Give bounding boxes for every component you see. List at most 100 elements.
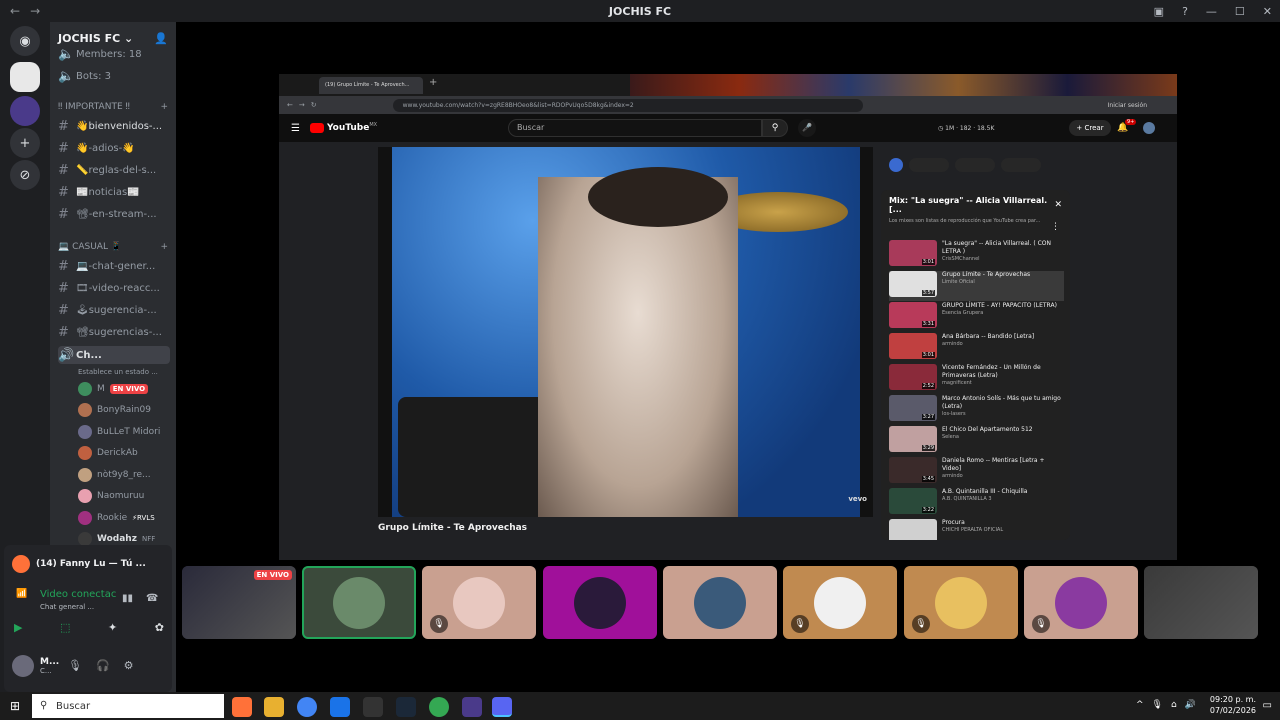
category-casual[interactable]: 💻 CASUAL 📱 + — [58, 242, 168, 252]
new-tab-icon[interactable]: + — [429, 77, 437, 88]
settings-icon[interactable]: ⚙ — [124, 659, 134, 672]
app-icon[interactable] — [462, 697, 482, 717]
participant-tile[interactable]: EN VIVO — [182, 566, 296, 639]
back-arrow-icon[interactable]: ← — [10, 4, 20, 18]
channel-item[interactable]: # 📰noticias📰 — [58, 182, 170, 202]
chip[interactable] — [955, 158, 995, 172]
microphone-icon[interactable]: 🎙 — [68, 659, 82, 672]
chip[interactable] — [1001, 158, 1041, 172]
youtube-search-input[interactable]: Buscar — [508, 119, 762, 137]
channel-item[interactable]: # 💻-chat-gener... — [58, 256, 170, 276]
participant-tile[interactable] — [1144, 566, 1258, 639]
voice-user[interactable]: DerickAb — [78, 443, 168, 463]
inbox-icon[interactable]: ▣ — [1154, 5, 1164, 18]
signin-link[interactable]: Iniciar sesión — [1108, 102, 1147, 109]
file-explorer-icon[interactable] — [264, 697, 284, 717]
explore-icon[interactable]: ⊘ — [10, 160, 40, 190]
server-icon[interactable] — [10, 62, 40, 92]
help-icon[interactable]: ? — [1182, 5, 1188, 18]
clock[interactable]: 09:20 p. m. 07/02/2026 — [1210, 694, 1256, 716]
participant-tile[interactable]: 🎙 — [783, 566, 897, 639]
headphones-icon[interactable]: 🎧 — [96, 659, 110, 672]
close-button[interactable]: ✕ — [1263, 5, 1272, 18]
channel-item[interactable]: # 📏reglas-del-s... — [58, 160, 170, 180]
category-important[interactable]: ‼ IMPORTANTE ‼ + — [58, 102, 168, 112]
chrome-icon[interactable] — [429, 697, 449, 717]
youtube-logo-icon[interactable] — [309, 123, 324, 133]
account-avatar[interactable] — [1143, 122, 1155, 134]
playlist-item[interactable]: 2:52 Vicente Fernández - Un Millón de Pri… — [889, 364, 1064, 394]
steam-icon[interactable] — [396, 697, 416, 717]
voice-user[interactable]: Rookie ⚡RVLS — [78, 508, 168, 528]
channel-item[interactable]: # 📽sugerencias-... — [58, 322, 170, 342]
activity-row[interactable]: (14) Fanny Lu — Tú ... — [12, 555, 162, 573]
add-channel-icon[interactable]: + — [160, 102, 168, 112]
minimize-button[interactable]: — — [1206, 5, 1217, 18]
menu-icon[interactable]: ☰ — [291, 123, 300, 134]
windows-start-icon[interactable]: ⊞ — [10, 699, 20, 713]
microphone-icon[interactable]: 🎙 — [1152, 700, 1163, 710]
participant-tile[interactable] — [543, 566, 657, 639]
playlist-item[interactable]: 3:29 El Chico Del Apartamento 512 Selena — [889, 426, 1064, 456]
participant-tile[interactable] — [663, 566, 777, 639]
reload-icon[interactable]: ↻ — [311, 101, 317, 109]
playlist-item[interactable]: 3:01 "La suegra" -- Alicia Villarreal. ( … — [889, 240, 1064, 270]
forward-icon[interactable]: → — [299, 101, 305, 109]
participant-tile[interactable]: 🎙 — [904, 566, 1018, 639]
back-icon[interactable]: ← — [287, 101, 293, 109]
playlist-item[interactable]: 3:22 A.B. Quintanilla III - Chiquilla A.B.… — [889, 488, 1064, 518]
mic-icon[interactable]: 🎤 — [798, 119, 816, 137]
maximize-button[interactable]: ☐ — [1235, 5, 1245, 18]
video-player[interactable]: vevo — [378, 147, 873, 517]
playlist-item[interactable]: 3:57 Grupo Límite - Te Aprovechas Límite O… — [889, 271, 1064, 301]
discord-home-icon[interactable]: ◉ — [10, 26, 40, 56]
app-icon[interactable] — [330, 697, 350, 717]
close-icon[interactable]: ✕ — [1054, 200, 1062, 210]
network-icon[interactable]: ⌂ — [1171, 700, 1177, 710]
add-server-icon[interactable]: + — [10, 128, 40, 158]
video-channel[interactable]: Chat general ... — [40, 603, 94, 611]
volume-icon[interactable]: 🔊 — [1185, 700, 1196, 710]
camera-icon[interactable]: ▶ — [14, 621, 22, 634]
app-icon[interactable] — [363, 697, 383, 717]
disconnect-icon[interactable]: ☎ — [146, 593, 158, 604]
playlist-item[interactable]: 3:31 GRUPO LÍMITE - AY! PAPACITO (LETRA) E… — [889, 302, 1064, 332]
chrome-icon[interactable] — [297, 697, 317, 717]
channel-item[interactable]: # 👋bienvenidos-... — [58, 116, 170, 136]
activities-icon[interactable]: ✦ — [108, 621, 117, 634]
participant-tile[interactable] — [302, 566, 416, 639]
server-icon[interactable] — [10, 96, 40, 126]
chip-icon[interactable] — [889, 158, 903, 172]
notification-center-icon[interactable]: ▭ — [1263, 700, 1272, 711]
soundboard-icon[interactable]: ✿ — [155, 621, 164, 634]
browser-tab[interactable]: (19) Grupo Límite - Te Aprovech... — [319, 77, 423, 94]
voice-user[interactable]: BuLLeT Midori — [78, 422, 168, 442]
taskbar-search[interactable]: Buscar — [32, 694, 224, 718]
playlist-item[interactable]: 3:45 Daniela Romo -- Mentiras [Letra + Vi… — [889, 457, 1064, 487]
channel-item[interactable]: # 📽-en-stream-... — [58, 204, 170, 224]
voice-user[interactable]: nòt9y8_re... — [78, 465, 168, 485]
participant-tile[interactable]: 🎙 — [422, 566, 536, 639]
search-icon[interactable]: ⚲ — [762, 119, 788, 137]
tray-chevron-icon[interactable]: ^ — [1136, 700, 1144, 710]
voice-user[interactable]: M EN VIVO — [78, 379, 168, 399]
channel-item[interactable]: # 🎞-video-reacc... — [58, 278, 170, 298]
participant-tile[interactable]: 🎙 — [1024, 566, 1138, 639]
youtube-logo-text[interactable]: YouTube — [327, 123, 369, 133]
playlist-item[interactable]: 3:27 Marco Antonio Solís - Más que tu ami… — [889, 395, 1064, 425]
channel-item[interactable]: # 👋-adios-👋 — [58, 138, 170, 158]
more-options-icon[interactable]: ⋮ — [1051, 222, 1060, 232]
noise-suppression-icon[interactable]: ▮▮ — [122, 593, 133, 604]
add-channel-icon[interactable]: + — [160, 242, 168, 252]
voice-user[interactable]: BonyRain09 — [78, 400, 168, 420]
discord-icon[interactable] — [492, 697, 512, 717]
playlist-item[interactable]: Procura CHICHI PERALTA OFICIAL — [889, 519, 1064, 540]
playlist-item[interactable]: 3:01 Ana Bárbara -- Bandido [Letra] armind… — [889, 333, 1064, 363]
voice-user[interactable]: Naomuruu — [78, 486, 168, 506]
screen-share-icon[interactable]: ⬚ — [60, 621, 70, 634]
invite-icon[interactable]: 👤 — [154, 32, 168, 45]
chip[interactable] — [909, 158, 949, 172]
create-button[interactable]: + Crear — [1069, 120, 1111, 136]
channel-item[interactable]: # 🕹sugerencia-... — [58, 300, 170, 320]
address-field[interactable]: www.youtube.com/watch?v=zgRE8BHOeo8&list… — [392, 98, 863, 112]
